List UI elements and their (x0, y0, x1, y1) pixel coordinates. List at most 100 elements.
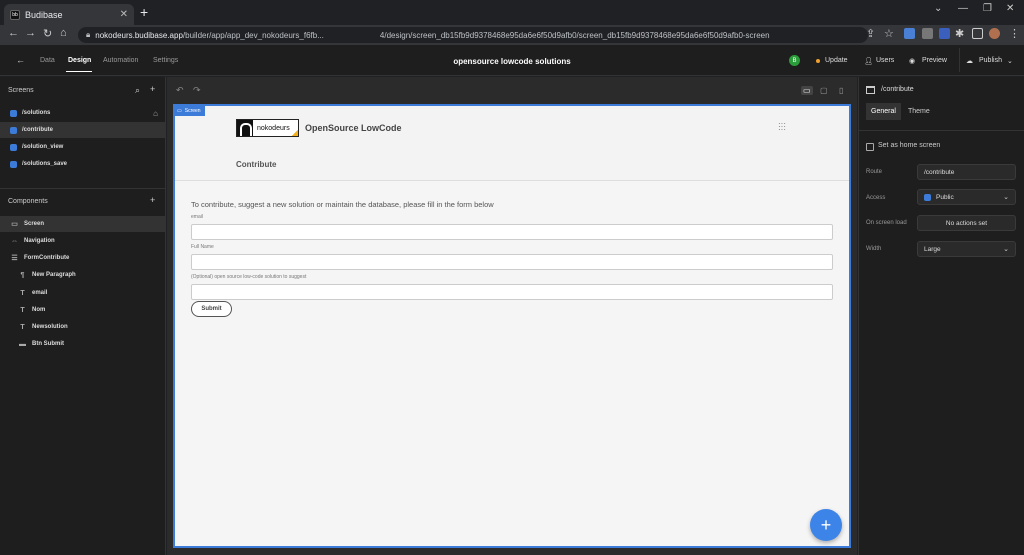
screen-settings-icon (866, 86, 875, 94)
screen-item[interactable]: /solutions ⌂ (0, 105, 166, 121)
desktop-view-icon[interactable]: ▭ (801, 86, 813, 95)
component-item[interactable]: T Nom (0, 302, 166, 318)
publish-icon[interactable]: ☁︎ (966, 57, 973, 65)
publish-button[interactable]: Publish (979, 57, 1002, 64)
paragraph-icon: ¶ (20, 271, 25, 279)
preview-button[interactable]: Preview (922, 57, 947, 64)
component-item[interactable]: ☰ FormContribute (0, 250, 166, 266)
update-button[interactable]: Update (825, 57, 848, 64)
window-close-icon[interactable]: ✕ (1006, 3, 1014, 14)
onload-actions-button[interactable]: No actions set (917, 215, 1016, 231)
tab-theme[interactable]: Theme (903, 103, 935, 120)
minimize-icon[interactable]: — (958, 3, 968, 14)
undo-icon[interactable]: ↶ (176, 85, 184, 96)
grid-menu-icon[interactable]: ··· ··· ··· (778, 120, 786, 134)
extension-icon[interactable] (939, 28, 950, 39)
extension-icon[interactable] (904, 28, 915, 39)
screen-square-icon (10, 126, 17, 134)
browser-back-icon[interactable]: ← (8, 27, 19, 39)
side-panel-icon[interactable] (972, 28, 983, 39)
submit-button[interactable]: Submit (191, 301, 232, 317)
tab-search-chevron-icon[interactable]: ⌄ (934, 3, 942, 14)
screens-header: Screens (8, 87, 34, 94)
form-paragraph: To contribute, suggest a new solution or… (191, 200, 494, 209)
width-select[interactable]: Large ⌄ (917, 241, 1016, 257)
publish-chevron-down-icon[interactable]: ⌄ (1007, 57, 1013, 65)
component-item[interactable]: ¶ New Paragraph (0, 267, 166, 283)
screen-square-icon (10, 109, 17, 117)
address-bar[interactable]: 🔒︎ nokodeurs.budibase.app /builder/app/a… (78, 27, 868, 43)
button-icon: ▬ (19, 340, 26, 348)
mobile-view-icon[interactable]: ▯ (839, 86, 843, 95)
screen-item[interactable]: /solutions_save (0, 156, 166, 172)
new-tab-button[interactable]: + (140, 5, 148, 19)
form-icon: ☰ (11, 255, 18, 262)
bookmark-star-icon[interactable]: ☆ (884, 27, 894, 40)
onload-label: On screen load (866, 220, 907, 226)
screen-item[interactable]: /contribute (0, 122, 166, 138)
solution-field[interactable] (191, 284, 833, 300)
users-icon[interactable]: 👤︎ (864, 57, 873, 65)
chevron-down-icon: ⌄ (1003, 246, 1009, 253)
navigation-icon: ⇔ (11, 237, 18, 245)
chevron-down-icon: ⌄ (1003, 194, 1009, 201)
browser-tab[interactable]: bb Budibase ✕ (4, 4, 134, 25)
component-item[interactable]: ▬ Btn Submit (0, 336, 166, 352)
component-item[interactable]: T email (0, 285, 166, 301)
browser-tab-bar (0, 0, 1024, 25)
component-label: New Paragraph (32, 272, 76, 278)
home-screen-label: Set as home screen (878, 142, 941, 149)
profile-avatar[interactable] (989, 28, 1000, 39)
solution-label: (Optional) open source low-code solution… (191, 274, 307, 280)
users-button[interactable]: Users (876, 57, 894, 64)
access-select[interactable]: Public ⌄ (917, 189, 1016, 205)
component-item[interactable]: ⇔ Navigation (0, 233, 166, 249)
logo[interactable]: nokodeurs (236, 119, 299, 137)
update-dot-icon (816, 59, 820, 63)
search-icon[interactable]: ⌕ (135, 85, 140, 96)
tab-general[interactable]: General (866, 103, 901, 120)
url-path-b: 4/design/screen_db15fb9d9378468e95da6e6f… (379, 30, 770, 40)
component-label: Newsolution (32, 324, 68, 330)
add-component-icon[interactable]: + (150, 195, 155, 205)
add-component-fab[interactable]: + (810, 509, 842, 541)
extension-icon[interactable] (922, 28, 933, 39)
section-divider (0, 188, 166, 189)
email-label: email (191, 214, 203, 220)
screen-item-label: /solutions_save (22, 161, 68, 167)
browser-forward-icon[interactable]: → (25, 27, 36, 39)
route-label: Route (866, 169, 883, 175)
component-item[interactable]: ▭ Screen (0, 216, 166, 232)
text-field-icon: T (20, 306, 25, 314)
tablet-view-icon[interactable]: ▢ (820, 86, 828, 95)
screen-item[interactable]: /solution_view (0, 139, 166, 155)
full-name-field[interactable] (191, 254, 833, 270)
component-label: Btn Submit (32, 341, 64, 347)
nav-link-contribute[interactable]: Contribute (236, 160, 276, 169)
components-header: Components (8, 198, 48, 205)
share-icon[interactable]: ⇪ (866, 27, 875, 40)
tab-close-icon[interactable]: ✕ (120, 9, 128, 20)
reload-icon[interactable]: ↻ (43, 27, 52, 40)
url-host: nokodeurs.budibase.app (95, 30, 183, 40)
puzzle-extensions-icon[interactable]: ✱ (955, 27, 964, 40)
full-name-label: Full Name (191, 244, 214, 250)
add-screen-icon[interactable]: + (150, 84, 155, 94)
email-field[interactable] (191, 224, 833, 240)
preview-icon[interactable]: ◉ (909, 57, 915, 65)
toolbar-divider (959, 48, 960, 72)
home-icon[interactable]: ⌂ (60, 27, 67, 39)
access-label: Access (866, 195, 886, 201)
user-avatar[interactable]: B (789, 55, 800, 66)
route-input[interactable]: /contribute (917, 164, 1016, 180)
home-screen-checkbox[interactable] (866, 143, 874, 151)
lock-icon: 🔒︎ (86, 30, 91, 39)
component-item[interactable]: T Newsolution (0, 319, 166, 335)
restore-icon[interactable]: ❐ (983, 3, 992, 14)
redo-icon[interactable]: ↷ (193, 85, 201, 96)
active-tab-underline (66, 71, 92, 72)
screen-item-label: /contribute (22, 127, 53, 133)
screen-badge: ▭ Screen (173, 106, 205, 116)
browser-menu-icon[interactable]: ⋮ (1009, 27, 1020, 40)
screen-badge-label: Screen (184, 108, 201, 114)
